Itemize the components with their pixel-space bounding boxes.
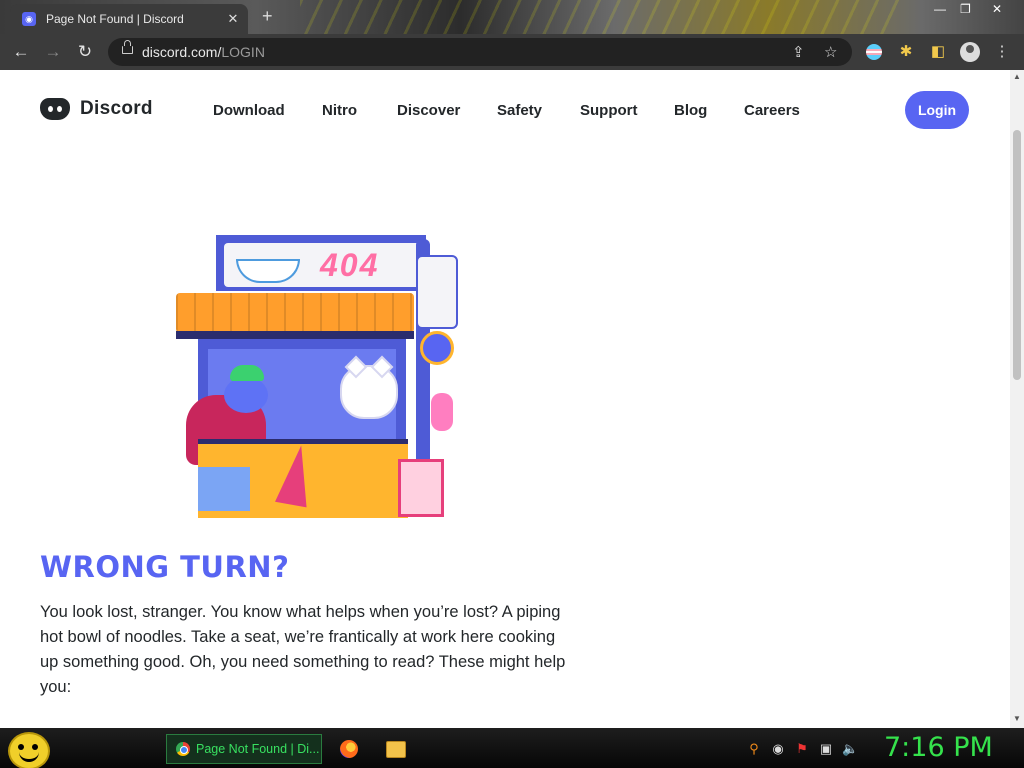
close-window-button[interactable]: ✕ (992, 2, 1002, 16)
tray-status-icon[interactable]: ◉ (770, 741, 786, 757)
discord-favicon-icon: ◉ (22, 12, 36, 26)
nav-download[interactable]: Download (213, 102, 285, 119)
forward-arrow-icon[interactable]: → (42, 42, 64, 62)
customer-hat (230, 365, 264, 381)
side-sign (416, 255, 458, 329)
taskbar (0, 728, 1024, 768)
login-button[interactable]: Login (905, 91, 969, 129)
restore-button[interactable]: ❐ (960, 2, 971, 16)
scroll-up-icon[interactable]: ▲ (1013, 72, 1021, 81)
menu-kebab-icon[interactable]: ⋮ (992, 42, 1012, 62)
new-tab-button[interactable]: + (262, 6, 273, 27)
discord-badge-icon (420, 331, 454, 365)
discord-logo[interactable]: Discord (40, 98, 153, 120)
sandwich-board (398, 459, 444, 517)
search-tray-icon[interactable]: ⚲ (746, 741, 762, 757)
intro-paragraph: You look lost, stranger. You know what h… (40, 603, 566, 696)
noodle-bowl-icon (236, 259, 300, 283)
sign-board: 404 (216, 235, 426, 291)
discord-logo-icon (40, 98, 70, 120)
back-arrow-icon[interactable]: ← (10, 42, 32, 62)
crate (198, 467, 250, 511)
nav-nitro[interactable]: Nitro (322, 102, 357, 119)
bookmark-star-icon[interactable]: ☆ (824, 43, 837, 61)
scroll-down-icon[interactable]: ▼ (1013, 714, 1021, 723)
noodle-stand-illustration: 404 (176, 235, 460, 518)
start-button-smiley-icon[interactable] (8, 732, 50, 768)
taskbar-clock[interactable]: 7:16 PM (884, 732, 993, 763)
minimize-button[interactable]: — (934, 2, 946, 16)
page-title: WRONG TURN? (40, 550, 290, 584)
file-explorer-icon[interactable] (386, 741, 406, 758)
side-panel-icon[interactable]: ◧ (928, 42, 948, 62)
share-icon[interactable]: ⇪ (792, 43, 805, 61)
chrome-icon (176, 742, 190, 756)
volume-icon[interactable]: 🔈 (842, 741, 858, 757)
page-scrollbar[interactable]: ▲ ▼ (1010, 70, 1024, 728)
nav-discover[interactable]: Discover (397, 102, 460, 119)
lock-icon (122, 40, 133, 54)
firefox-icon[interactable] (340, 740, 358, 758)
taskbar-chrome-window[interactable]: Page Not Found | Di... (166, 734, 322, 764)
cat-chef-character (340, 365, 398, 419)
task-label: Page Not Found | Di... (196, 742, 320, 756)
extensions-puzzle-icon[interactable]: ✱ (896, 42, 916, 62)
tab-close-icon[interactable]: ✕ (224, 11, 242, 27)
tab-page-not-found[interactable]: ◉ Page Not Found | Discord ✕ (10, 4, 248, 34)
customer-head (224, 377, 268, 413)
browser-toolbar: ← → ↻ discord.com/LOGIN ⇪ ☆ ✱ ◧ ⋮ (0, 34, 1024, 70)
profile-avatar-icon[interactable] (960, 42, 980, 62)
wallpaper-decoration (300, 0, 900, 34)
tab-title: Page Not Found | Discord (46, 12, 184, 26)
network-icon[interactable]: ▣ (818, 741, 834, 757)
nav-blog[interactable]: Blog (674, 102, 707, 119)
lantern-icon (431, 393, 453, 431)
nav-careers[interactable]: Careers (744, 102, 800, 119)
page-content: Discord Download Nitro Discover Safety S… (0, 70, 1010, 728)
booth-roof (176, 293, 414, 333)
action-center-flag-icon[interactable]: ⚑ (794, 741, 810, 757)
nav-support[interactable]: Support (580, 102, 638, 119)
scrollbar-thumb[interactable] (1013, 130, 1021, 380)
extension-flag-icon[interactable] (866, 44, 882, 60)
logo-text: Discord (80, 98, 153, 119)
sign-404-text: 404 (320, 247, 380, 283)
nav-safety[interactable]: Safety (497, 102, 542, 119)
url-text: discord.com/LOGIN (142, 44, 265, 60)
address-bar[interactable]: discord.com/LOGIN ⇪ ☆ (108, 38, 852, 66)
reload-icon[interactable]: ↻ (74, 42, 96, 62)
